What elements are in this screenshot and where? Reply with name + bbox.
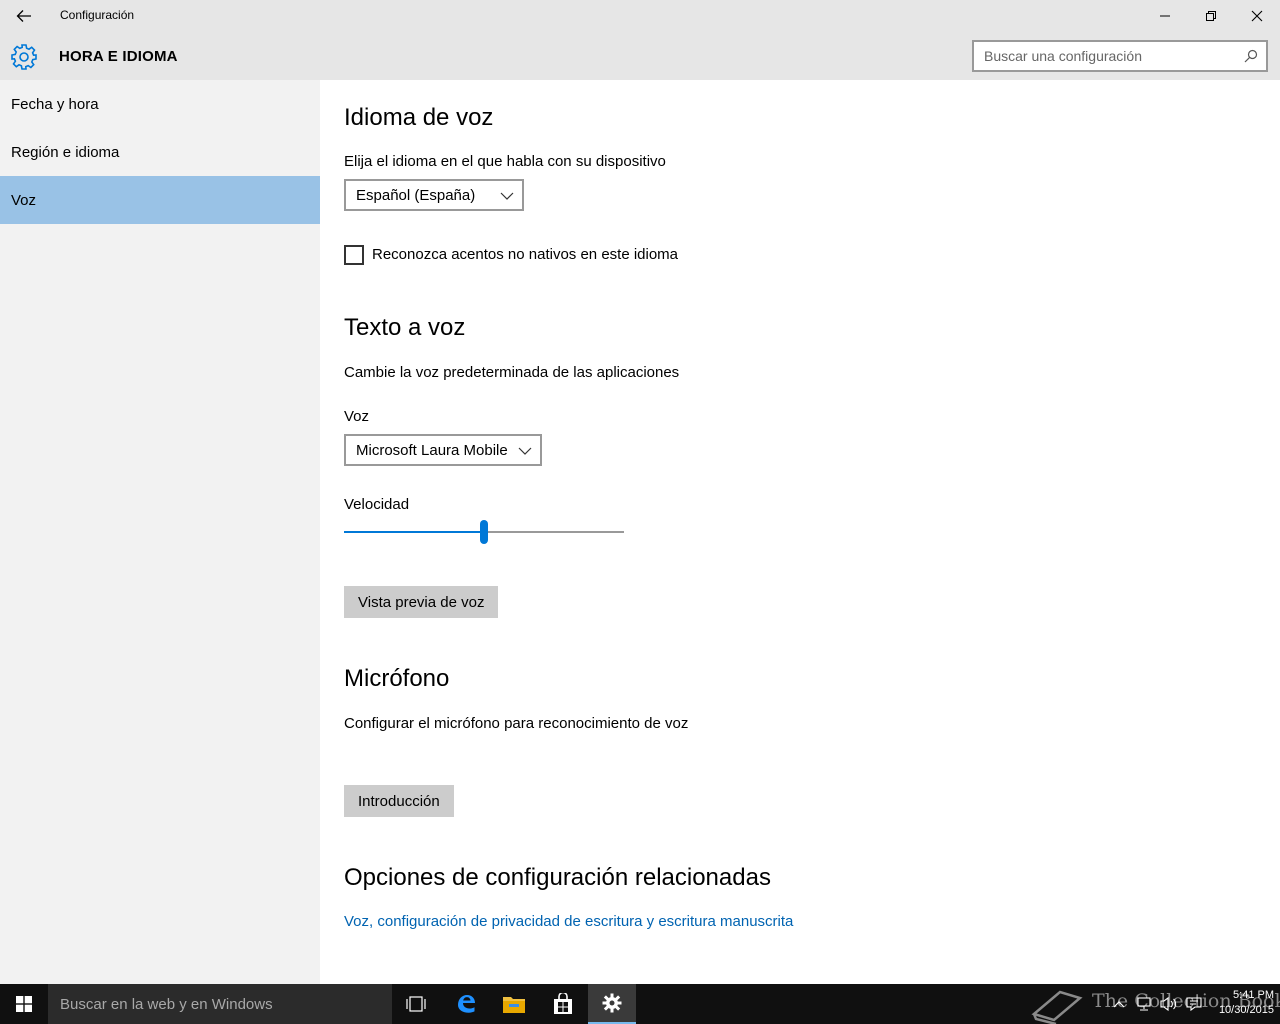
back-button[interactable] [8, 4, 40, 28]
edge-icon [458, 995, 475, 1013]
gear-icon [602, 993, 622, 1013]
text-to-speech-heading: Texto a voz [344, 314, 466, 341]
accents-checkbox[interactable] [344, 245, 364, 265]
chevron-down-icon [518, 447, 532, 455]
minimize-icon [1160, 15, 1170, 17]
sidebar-item-label: Fecha y hora [11, 95, 99, 113]
task-view-icon [406, 996, 426, 1012]
settings-search [972, 40, 1268, 72]
gear-icon [11, 44, 37, 70]
sidebar-item-label: Región e idioma [11, 143, 120, 161]
settings-taskbar-button[interactable] [588, 984, 636, 1024]
sidebar-item-label: Voz [11, 191, 37, 209]
network-button[interactable] [1136, 984, 1152, 1024]
search-icon[interactable] [1244, 49, 1258, 63]
file-explorer-button[interactable] [490, 984, 538, 1024]
page-title: HORA E IDIOMA [59, 48, 178, 65]
sidebar-item-fecha-y-hora[interactable]: Fecha y hora [0, 80, 320, 128]
speech-language-description: Elija el idioma en el que habla con su d… [344, 153, 666, 170]
store-icon [554, 993, 572, 1014]
network-icon [1137, 997, 1151, 1011]
restore-icon [1206, 11, 1216, 21]
arrow-left-icon [16, 10, 31, 22]
search-input[interactable] [974, 42, 1234, 70]
taskbar: The Collection Book 5:41 PM 10/30/2015 [0, 984, 1280, 1024]
voice-dropdown[interactable]: Microsoft Laura Mobile [344, 434, 542, 466]
speed-label: Velocidad [344, 496, 410, 513]
action-center-button[interactable] [1186, 984, 1202, 1024]
clock[interactable]: 5:41 PM 10/30/2015 [1208, 988, 1274, 1018]
slider-thumb[interactable] [480, 520, 488, 544]
taskbar-search-input[interactable] [48, 984, 378, 1024]
voice-label: Voz [344, 408, 370, 425]
restore-button[interactable] [1188, 0, 1234, 32]
accents-checkbox-label: Reconozca acentos no nativos en este idi… [372, 246, 679, 263]
taskbar-search [48, 984, 392, 1024]
clock-date: 10/30/2015 [1218, 1004, 1274, 1016]
voice-dropdown-value: Microsoft Laura Mobile [356, 441, 508, 459]
voice-preview-button[interactable]: Vista previa de voz [344, 586, 499, 618]
minimize-button[interactable] [1142, 0, 1188, 32]
start-button[interactable] [0, 984, 48, 1024]
edge-browser-button[interactable] [442, 984, 490, 1024]
main-content: Idioma de voz Elija el idioma en el que … [320, 80, 1280, 984]
window-title: Configuración [60, 8, 135, 22]
sidebar: Fecha y hora Región e idioma Voz [0, 80, 320, 984]
related-settings-heading: Opciones de configuración relacionadas [344, 864, 771, 891]
show-hidden-icons-button[interactable] [1112, 984, 1126, 1024]
text-to-speech-description: Cambie la voz predeterminada de las apli… [344, 364, 680, 381]
language-dropdown-value: Español (España) [356, 186, 476, 204]
task-view-button[interactable] [392, 984, 440, 1024]
speech-language-heading: Idioma de voz [344, 104, 494, 131]
volume-button[interactable] [1160, 984, 1178, 1024]
close-icon [1251, 10, 1263, 22]
close-button[interactable] [1234, 0, 1280, 32]
microphone-heading: Micrófono [344, 665, 450, 692]
chevron-down-icon [500, 192, 514, 200]
microphone-description: Configurar el micrófono para reconocimie… [344, 715, 689, 732]
chevron-up-icon [1113, 1001, 1125, 1008]
language-dropdown[interactable]: Español (España) [344, 179, 524, 211]
slider-fill [344, 531, 484, 533]
title-bar: Configuración [0, 0, 1280, 32]
notification-icon [1186, 997, 1202, 1012]
sidebar-item-voz[interactable]: Voz [0, 176, 320, 224]
speed-slider[interactable] [344, 520, 624, 544]
clock-time: 5:41 PM [1233, 989, 1274, 1001]
book-logo-icon [1031, 990, 1083, 1024]
windows-logo-icon [16, 996, 32, 1012]
store-button[interactable] [539, 984, 587, 1024]
settings-header: HORA E IDIOMA [0, 32, 1280, 80]
privacy-settings-link[interactable]: Voz, configuración de privacidad de escr… [344, 913, 793, 930]
folder-icon [503, 997, 525, 1013]
microphone-start-button[interactable]: Introducción [344, 785, 454, 817]
volume-icon [1160, 996, 1177, 1012]
sidebar-item-region-e-idioma[interactable]: Región e idioma [0, 128, 320, 176]
